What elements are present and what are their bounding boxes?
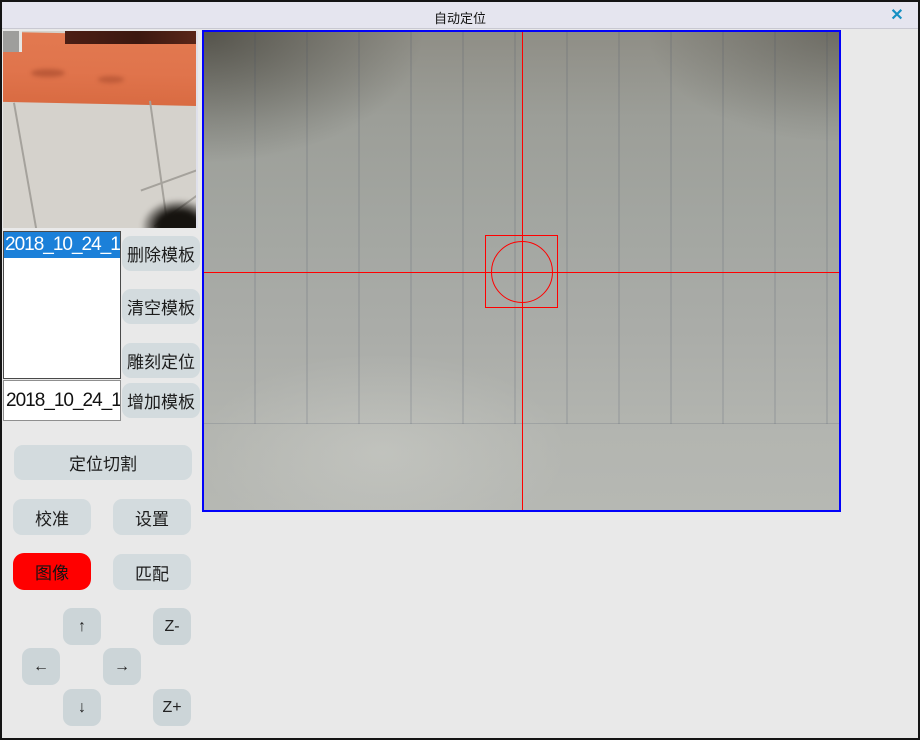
preview-smudge (98, 76, 124, 83)
down-arrow-icon: ↓ (78, 699, 86, 717)
template-list[interactable]: 2018_10_24_11 (3, 231, 121, 379)
preview-tile-line (141, 168, 198, 191)
engrave-position-button[interactable]: 雕刻定位 (122, 343, 200, 378)
title-bar: 自动定位 ✕ (2, 2, 918, 29)
jog-z-minus-button[interactable]: Z- (153, 608, 191, 645)
jog-z-plus-button[interactable]: Z+ (153, 689, 191, 726)
up-arrow-icon: ↑ (78, 618, 86, 636)
jog-up-button[interactable]: ↑ (63, 608, 101, 645)
page-title: 自动定位 (2, 8, 918, 27)
template-name-input[interactable] (3, 380, 121, 421)
target-circle-marker (491, 241, 553, 303)
preview-dark-object (141, 199, 198, 228)
preview-dark-strip (65, 31, 198, 44)
delete-template-button[interactable]: 删除模板 (122, 236, 200, 271)
match-button[interactable]: 匹配 (113, 554, 191, 590)
position-cut-button[interactable]: 定位切割 (14, 445, 192, 480)
left-arrow-icon: ← (33, 658, 49, 676)
preview-tile-line (13, 103, 37, 228)
settings-button[interactable]: 设置 (113, 499, 191, 535)
jog-down-button[interactable]: ↓ (63, 689, 101, 726)
template-preview-image (3, 31, 198, 228)
jog-left-button[interactable]: ← (22, 648, 60, 685)
preview-smudge (31, 69, 65, 77)
add-template-button[interactable]: 增加模板 (122, 383, 200, 418)
list-item[interactable]: 2018_10_24_11 (4, 232, 120, 258)
camera-viewport[interactable] (202, 30, 841, 512)
clear-template-button[interactable]: 清空模板 (122, 289, 200, 324)
close-icon[interactable]: ✕ (886, 5, 908, 27)
image-button[interactable]: 图像 (13, 553, 91, 590)
auto-position-dialog: 自动定位 ✕ 2018_10_24_11 删除模板 清空模板 雕刻定位 增加模板… (0, 0, 920, 740)
right-arrow-icon: → (114, 658, 130, 676)
jog-right-button[interactable]: → (103, 648, 141, 685)
calibrate-button[interactable]: 校准 (13, 499, 91, 535)
preview-gray-patch (3, 31, 22, 52)
